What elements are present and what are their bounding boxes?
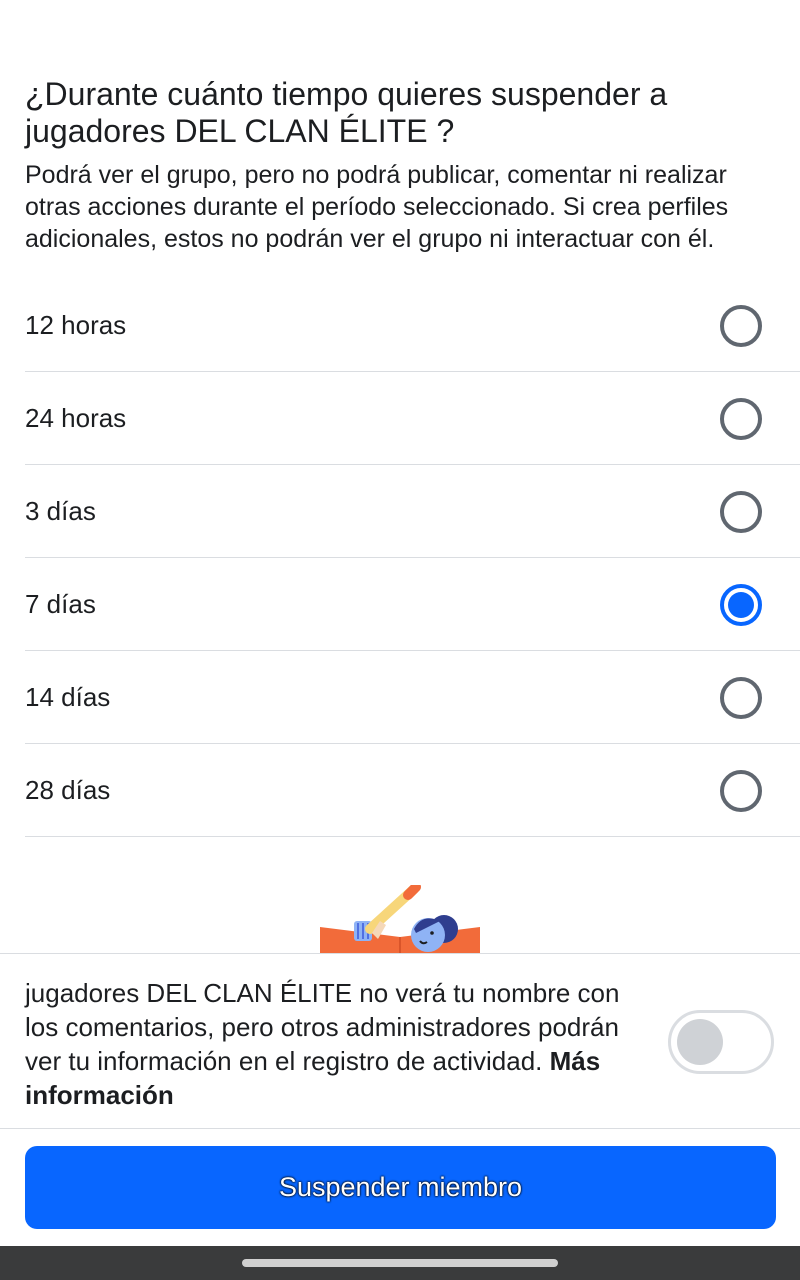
option-label: 14 días bbox=[25, 682, 111, 712]
question-title: ¿Durante cuánto tiempo quieres suspender… bbox=[25, 76, 668, 149]
option-label: 24 horas bbox=[25, 403, 127, 433]
option-label: 3 días bbox=[25, 496, 96, 526]
option-label: 28 días bbox=[25, 775, 111, 805]
privacy-text: jugadores DEL CLAN ÉLITE no verá tu nomb… bbox=[25, 976, 635, 1112]
privacy-notice: jugadores DEL CLAN ÉLITE no verá tu nomb… bbox=[0, 953, 800, 1129]
suspend-member-button[interactable]: Suspender miembro bbox=[25, 1146, 776, 1229]
radio-button[interactable] bbox=[720, 770, 762, 812]
toggle-knob bbox=[677, 1019, 723, 1065]
privacy-description: jugadores DEL CLAN ÉLITE no verá tu nomb… bbox=[25, 978, 620, 1076]
option-label: 7 días bbox=[25, 589, 96, 619]
duration-option-3d[interactable]: 3 días bbox=[25, 465, 800, 558]
anonymous-toggle[interactable] bbox=[668, 1010, 774, 1074]
home-gesture-handle[interactable] bbox=[242, 1259, 558, 1267]
radio-button[interactable] bbox=[720, 398, 762, 440]
duration-option-12h[interactable]: 12 horas bbox=[25, 279, 800, 372]
duration-option-28d[interactable]: 28 días bbox=[25, 744, 800, 837]
radio-button[interactable] bbox=[720, 305, 762, 347]
duration-options: 12 horas 24 horas 3 días 7 días 14 días … bbox=[25, 279, 800, 837]
radio-button[interactable] bbox=[720, 677, 762, 719]
admin-illustration bbox=[320, 885, 480, 953]
option-label: 12 horas bbox=[25, 310, 127, 340]
duration-option-24h[interactable]: 24 horas bbox=[25, 372, 800, 465]
duration-option-7d[interactable]: 7 días bbox=[25, 558, 800, 651]
radio-button[interactable] bbox=[720, 491, 762, 533]
suspend-duration-panel: ¿Durante cuánto tiempo quieres suspender… bbox=[0, 0, 800, 953]
question-description: Podrá ver el grupo, pero no podrá public… bbox=[25, 161, 729, 253]
duration-option-14d[interactable]: 14 días bbox=[25, 651, 800, 744]
system-navigation-bar bbox=[0, 1246, 800, 1280]
radio-button[interactable] bbox=[720, 584, 762, 626]
